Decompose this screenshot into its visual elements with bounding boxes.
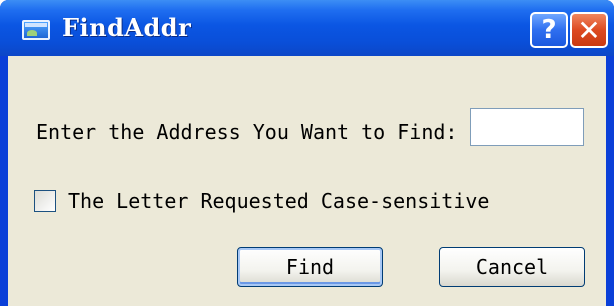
- window-app-icon: [22, 20, 50, 40]
- title-bar[interactable]: FindAddr ? ✕: [0, 0, 614, 56]
- cancel-button[interactable]: Cancel: [439, 247, 585, 287]
- case-sensitive-checkbox[interactable]: [34, 190, 56, 212]
- find-button[interactable]: Find: [237, 247, 383, 287]
- help-icon: ?: [541, 15, 557, 45]
- window-title: FindAddr: [62, 13, 192, 42]
- case-sensitive-label[interactable]: The Letter Requested Case-sensitive: [68, 189, 489, 213]
- help-button[interactable]: ?: [530, 12, 568, 48]
- close-button[interactable]: ✕: [570, 12, 608, 48]
- findaddr-dialog: FindAddr ? ✕ Enter the Address You Want …: [0, 0, 614, 306]
- address-prompt-label: Enter the Address You Want to Find:: [36, 120, 458, 144]
- dialog-body: Enter the Address You Want to Find: The …: [8, 56, 606, 306]
- close-icon: ✕: [577, 13, 601, 47]
- address-input[interactable]: [470, 108, 584, 146]
- case-sensitive-option[interactable]: The Letter Requested Case-sensitive: [34, 189, 489, 213]
